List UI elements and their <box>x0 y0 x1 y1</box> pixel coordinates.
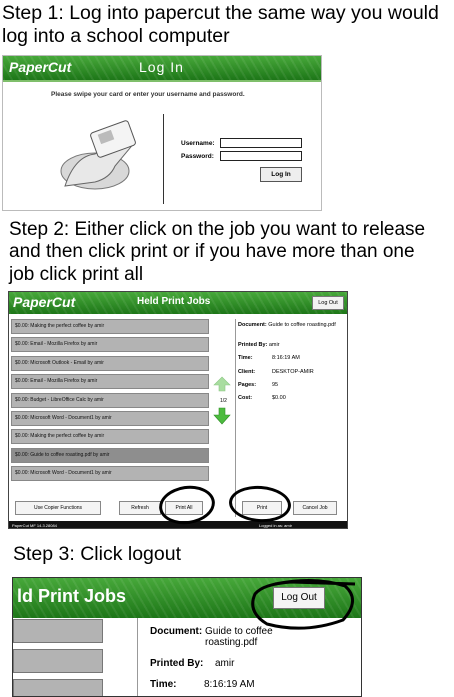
papercut-logo: PaperCut <box>9 59 72 75</box>
papercut-logo: PaperCut <box>13 294 76 310</box>
version-text: PaperCut MF 14.3.28084 <box>12 523 57 528</box>
login-button[interactable]: Log In <box>260 167 302 182</box>
detail-printed-by: Printed By: amir <box>238 342 280 348</box>
zoom-title: ld Print Jobs <box>17 586 127 606</box>
detail-divider <box>235 319 236 517</box>
job-item[interactable]: $0.00: Email - Mozilla Firefox by amir <box>11 374 209 390</box>
detail-divider <box>137 618 138 696</box>
arrow-down-icon[interactable] <box>213 407 231 425</box>
logout-zoom-screenshot: ld Print Jobs Log Out Document: Guide to… <box>12 577 362 697</box>
document-value: Guide to coffee roasting.pdf <box>268 322 336 328</box>
pages-value: 95 <box>272 382 279 388</box>
logged-in-text: Logged in as: amir <box>259 523 292 528</box>
job-item[interactable]: $0.00: Budget - LibreOffice Calc by amir <box>11 392 209 408</box>
card-swipe-icon <box>60 120 136 190</box>
held-header: PaperCut Held Print Jobs Log Out <box>9 292 347 314</box>
detail-document: Document: Guide to coffee roasting.pdf <box>238 322 342 328</box>
job-item[interactable]: $0.00: Microsoft Word - Document1 by ami… <box>11 466 209 482</box>
job-item[interactable]: $0.00: Email - Mozilla Firefox by amir <box>11 337 209 353</box>
password-field[interactable] <box>220 151 302 161</box>
login-title: Log In <box>139 59 184 75</box>
cancel-job-button[interactable]: Cancel Job <box>293 501 337 515</box>
time-label: Time: <box>150 679 177 690</box>
job-item[interactable]: $0.00: Making the perfect coffee by amir <box>11 319 209 334</box>
printed-by-label: Printed By: <box>150 658 204 669</box>
login-prompt: Please swipe your card or enter your use… <box>51 91 245 98</box>
page-indicator: 1/2 <box>220 398 227 404</box>
printed-by-label: Printed By: <box>238 342 268 348</box>
pages-label: Pages: <box>238 382 257 388</box>
job-item[interactable]: $0.00: Making the perfect coffee by amir <box>11 429 209 445</box>
step3-instruction: Step 3: Click logout <box>13 543 182 565</box>
refresh-button[interactable]: Refresh <box>119 501 161 515</box>
job-list: $0.00: Making the perfect coffee by amir… <box>11 319 209 485</box>
step1-instruction: Step 1: Log into papercut the same way y… <box>2 2 439 47</box>
logout-button[interactable]: Log Out <box>312 296 344 310</box>
time-value: 8:16:19 AM <box>272 355 300 361</box>
time-label: Time: <box>238 355 253 361</box>
job-item-selected[interactable]: $0.00: Guide to coffee roasting.pdf by a… <box>11 447 209 463</box>
job-item[interactable] <box>13 619 103 643</box>
job-item[interactable] <box>13 679 103 696</box>
job-item[interactable]: $0.00: Microsoft Outlook - Email by amir <box>11 355 209 371</box>
client-value: DESKTOP-AMIR <box>272 369 314 375</box>
login-divider <box>163 114 164 204</box>
highlight-circle-logout <box>251 578 356 630</box>
time-value: 8:16:19 AM <box>204 679 255 690</box>
password-label: Password: <box>181 153 214 160</box>
printed-by-value: amir <box>215 658 235 669</box>
document-label: Document: <box>238 322 267 328</box>
username-field[interactable] <box>220 138 302 148</box>
login-header: PaperCut Log In <box>3 56 321 82</box>
arrow-up-icon[interactable] <box>213 376 231 392</box>
document-label: Document: <box>150 626 203 637</box>
held-jobs-screenshot: PaperCut Held Print Jobs Log Out $0.00: … <box>8 291 348 529</box>
job-item[interactable]: $0.00: Microsoft Word - Document1 by ami… <box>11 410 209 426</box>
cost-label: Cost: <box>238 395 253 401</box>
held-title: Held Print Jobs <box>137 296 211 307</box>
job-item[interactable] <box>13 649 103 673</box>
cost-value: $0.00 <box>272 395 286 401</box>
username-label: Username: <box>181 140 215 147</box>
printed-by-value: amir <box>268 342 280 348</box>
copier-functions-button[interactable]: Use Copier Functions <box>15 501 101 515</box>
login-screenshot: PaperCut Log In Please swipe your card o… <box>2 55 322 211</box>
highlight-circle-print <box>227 483 293 525</box>
client-label: Client: <box>238 369 256 375</box>
step2-instruction: Step 2: Either click on the job you want… <box>9 219 426 285</box>
